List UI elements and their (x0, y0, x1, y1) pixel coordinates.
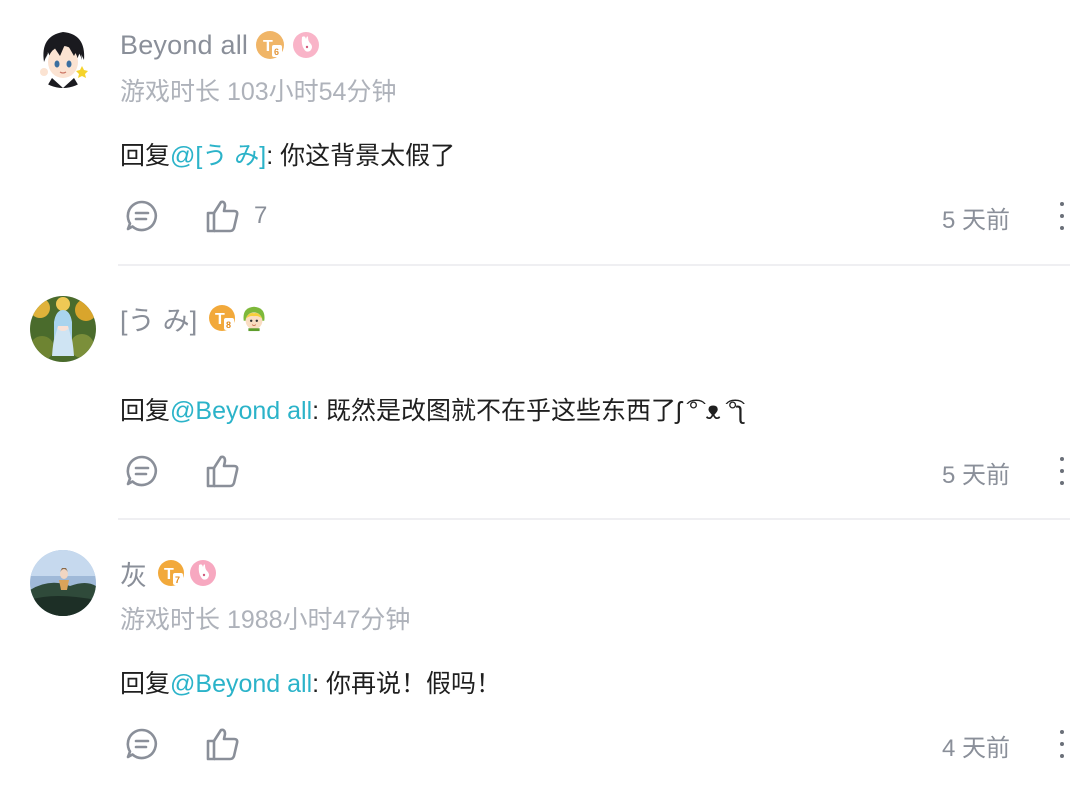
reply-button[interactable] (124, 451, 160, 491)
username[interactable]: 灰 (120, 554, 147, 593)
like-button[interactable] (204, 451, 240, 491)
badge-letter: T (263, 38, 273, 55)
comment-actions: 7 5 天前 (120, 196, 1070, 236)
like-button[interactable]: 7 (204, 196, 267, 236)
character-badge (240, 304, 268, 332)
badge-letter: T (215, 311, 225, 328)
comment-text: 回复@[う み]: 你这背景太假了 (120, 136, 455, 172)
badge-number: 6 (274, 47, 279, 57)
thumbs-up-icon (206, 200, 239, 233)
reply-prefix: 回复 (120, 670, 171, 698)
divider (118, 264, 1070, 266)
comment-text: 回复@Beyond all: 既然是改图就不在乎这些东西了ʃ ͡° ᴥ ͡°ʅ (120, 391, 743, 427)
comment-bubble-icon (126, 455, 158, 487)
level-T7-badge: T 7 (157, 559, 185, 587)
mention-link[interactable]: @Beyond all (170, 670, 312, 698)
mention-link[interactable]: @[う み] (170, 142, 266, 170)
more-options-icon[interactable] (1054, 726, 1070, 762)
comment-bubble-icon (126, 728, 158, 760)
playtime: 游戏时长 103小时54分钟 (120, 78, 397, 106)
reply-prefix: 回复 (120, 397, 171, 425)
reply-button[interactable] (124, 196, 160, 236)
avatar[interactable] (30, 22, 96, 88)
level-T6-badge: T 6 (256, 31, 285, 59)
timestamp: 4 天前 (941, 735, 1010, 762)
badge-number: 8 (226, 320, 231, 330)
reply-prefix: 回复 (120, 142, 171, 170)
divider (118, 518, 1070, 520)
username[interactable]: Beyond all (120, 30, 248, 61)
comment-bubble-icon (126, 200, 158, 232)
comment-text: 回复@Beyond all: 你再说！假吗！ (120, 664, 501, 700)
badge-number: 7 (175, 575, 180, 585)
like-button[interactable] (204, 724, 240, 764)
mention-link[interactable]: @Beyond all (170, 397, 312, 425)
reply-button[interactable] (124, 724, 160, 764)
badge-letter: T (164, 566, 174, 583)
like-count: 7 (254, 202, 268, 229)
comment-actions: 4 天前 (120, 724, 1070, 764)
more-options-icon[interactable] (1054, 453, 1070, 489)
name-row: Beyond all T 6 (120, 25, 320, 65)
comment-body: : 你这背景太假了 (266, 142, 456, 170)
thumbs-up-icon (206, 455, 239, 488)
level-T8-badge: T 8 (208, 304, 236, 332)
comment-feed: Beyond all T 6 游戏时长 103小时54分钟 回复@[う み]: … (0, 0, 1080, 788)
rabbit-badge (189, 559, 217, 587)
name-row: [う み] T 8 (120, 298, 268, 338)
more-options-icon[interactable] (1054, 198, 1070, 234)
comment-body: : 你再说！假吗！ (312, 670, 502, 698)
rabbit-badge (292, 31, 320, 59)
timestamp: 5 天前 (941, 462, 1010, 489)
name-row: 灰 T 7 (120, 553, 217, 593)
playtime: 游戏时长 1988小时47分钟 (120, 606, 411, 634)
avatar[interactable] (30, 550, 96, 616)
thumbs-up-icon (206, 728, 239, 761)
timestamp: 5 天前 (941, 207, 1010, 234)
comment-body: : 既然是改图就不在乎这些东西了ʃ ͡° ᴥ ͡°ʅ (312, 397, 744, 425)
comment-actions: 5 天前 (120, 451, 1070, 491)
username[interactable]: [う み] (120, 299, 198, 338)
avatar[interactable] (30, 296, 96, 362)
